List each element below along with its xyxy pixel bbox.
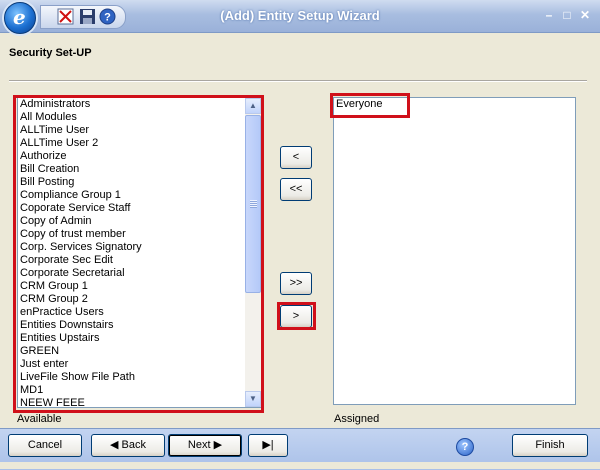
- available-items: Administrators All Modules ALLTime User ALL…: [18, 98, 245, 407]
- list-item[interactable]: CRM Group 1: [18, 280, 245, 293]
- list-item[interactable]: GREEN: [18, 345, 245, 358]
- list-item[interactable]: ALLTime User 2: [18, 137, 245, 150]
- list-item[interactable]: Compliance Group 1: [18, 189, 245, 202]
- add-all-button[interactable]: >>: [280, 272, 312, 295]
- list-item[interactable]: Corporate Sec Edit: [18, 254, 245, 267]
- list-item[interactable]: CRM Group 2: [18, 293, 245, 306]
- close-icon[interactable]: ✕: [578, 8, 592, 22]
- back-arrow-icon: ◀: [110, 439, 122, 451]
- list-item[interactable]: Administrators: [18, 98, 245, 111]
- list-item[interactable]: MD1: [18, 384, 245, 397]
- last-step-button[interactable]: ▶|: [248, 434, 288, 457]
- list-item[interactable]: Everyone: [334, 98, 575, 111]
- title-bar: e ? (Add) Entity Setup Wizard – □ ✕: [0, 0, 600, 34]
- finish-button[interactable]: Finish: [512, 434, 588, 457]
- window-title: (Add) Entity Setup Wizard: [220, 8, 380, 23]
- list-item[interactable]: Entities Upstairs: [18, 332, 245, 345]
- list-item[interactable]: Coporate Service Staff: [18, 202, 245, 215]
- list-item[interactable]: LiveFile Show File Path: [18, 371, 245, 384]
- available-caption: Available: [17, 413, 62, 425]
- back-label: Back: [121, 439, 146, 451]
- assigned-list[interactable]: Everyone: [333, 97, 576, 405]
- available-list[interactable]: Administrators All Modules ALLTime User ALL…: [17, 97, 262, 408]
- scroll-thumb[interactable]: [245, 115, 261, 293]
- remove-one-button[interactable]: <: [280, 146, 312, 169]
- maximize-icon[interactable]: □: [560, 8, 574, 22]
- list-item[interactable]: All Modules: [18, 111, 245, 124]
- next-label: Next: [187, 439, 211, 451]
- list-item[interactable]: Bill Creation: [18, 163, 245, 176]
- scroll-down-icon[interactable]: ▼: [245, 391, 261, 407]
- scroll-grip: [250, 200, 257, 208]
- list-item[interactable]: Authorize: [18, 150, 245, 163]
- next-button[interactable]: Next ▶: [168, 434, 242, 457]
- list-item[interactable]: Copy of Admin: [18, 215, 245, 228]
- scroll-up-icon[interactable]: ▲: [245, 98, 261, 114]
- skip-to-end-icon: ▶|: [262, 439, 274, 451]
- list-item[interactable]: Bill Posting: [18, 176, 245, 189]
- list-item[interactable]: Corporate Secretarial: [18, 267, 245, 280]
- available-scrollbar[interactable]: ▲ ▼: [245, 98, 261, 407]
- section-title: Security Set-UP: [9, 47, 92, 59]
- add-one-button[interactable]: >: [280, 305, 312, 328]
- cancel-button[interactable]: Cancel: [8, 434, 82, 457]
- remove-all-button[interactable]: <<: [280, 178, 312, 201]
- list-item[interactable]: Corp. Services Signatory: [18, 241, 245, 254]
- minimize-icon[interactable]: –: [542, 8, 556, 22]
- next-arrow-icon: ▶: [210, 439, 223, 451]
- assigned-caption: Assigned: [334, 413, 380, 425]
- list-item[interactable]: enPractice Users: [18, 306, 245, 319]
- list-item[interactable]: ALLTime User: [18, 124, 245, 137]
- list-item[interactable]: Copy of trust member: [18, 228, 245, 241]
- list-item[interactable]: Entities Downstairs: [18, 319, 245, 332]
- assigned-items: Everyone: [334, 98, 575, 111]
- back-button[interactable]: ◀ Back: [91, 434, 165, 457]
- list-item[interactable]: Just enter: [18, 358, 245, 371]
- list-item[interactable]: NEEW FEEE: [18, 397, 245, 407]
- bottom-strip: [0, 462, 600, 469]
- separator: [9, 80, 587, 82]
- footer-help-icon[interactable]: ?: [456, 438, 474, 456]
